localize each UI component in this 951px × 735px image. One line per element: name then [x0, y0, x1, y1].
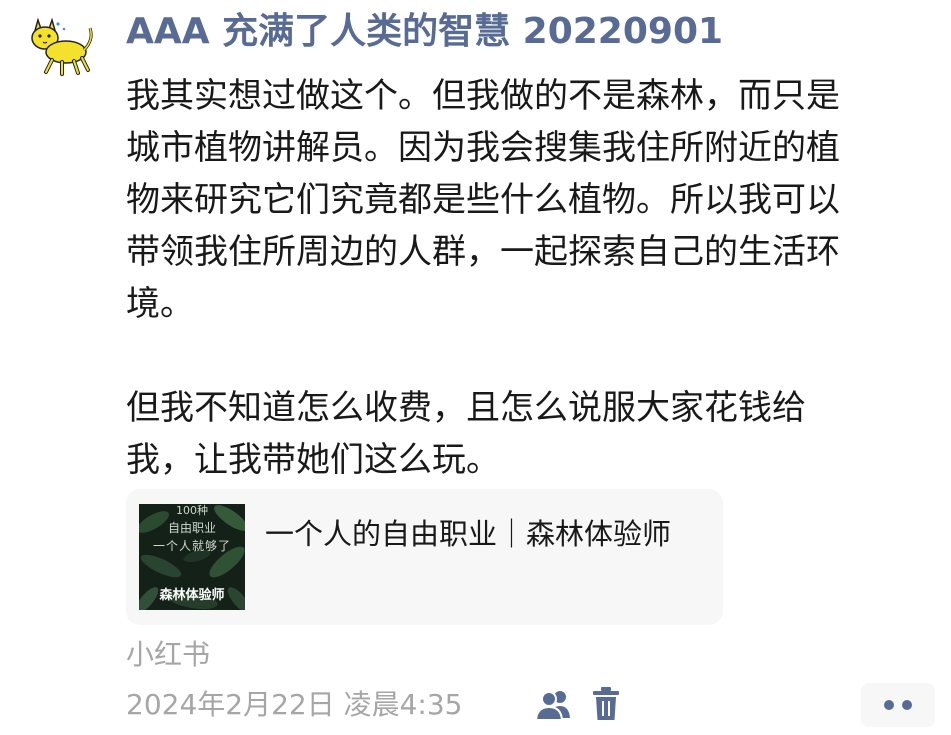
post-text-line: 带领我住所周边的人群，一起探索自己的生活环 [126, 232, 840, 272]
source-label[interactable]: 小红书 [126, 636, 210, 674]
thumbnail-text-line: 一个人就够了 [152, 539, 231, 553]
username[interactable]: AAA 充满了人类的智慧 20220901 [126, 10, 723, 54]
post-timestamp: 2024年2月22日 凌晨4:35 [126, 688, 463, 721]
thumbnail-caption: 森林体验师 [159, 588, 225, 603]
link-thumbnail: 100种 自由职业 一个人就够了 森林体验师 [139, 504, 245, 610]
thumbnail-text-line: 100种 [176, 504, 208, 517]
post-text-line: 我其实想过做这个。但我做的不是森林，而只是 [126, 76, 840, 116]
more-dots-button[interactable] [861, 683, 935, 727]
yellow-cat-avatar-icon [31, 17, 93, 76]
more-dots-icon [902, 700, 912, 710]
post-text-line: 但我不知道怎么收费，且怎么说服大家花钱给 [126, 388, 806, 428]
post-text-line: 城市植物讲解员。因为我会搜集我住所附近的植 [126, 128, 840, 168]
shared-link-card[interactable]: 100种 自由职业 一个人就够了 森林体验师 一个人的自由职业｜森林体验师 [126, 489, 723, 625]
more-dots-icon [884, 700, 894, 710]
avatar[interactable] [28, 14, 96, 76]
post-text-line: 我，让我带她们这么玩。 [126, 440, 500, 480]
post-text: 我其实想过做这个。但我做的不是森林，而只是 城市植物讲解员。因为我会搜集我住所附… [126, 70, 936, 486]
post-text-line: 境。 [126, 284, 194, 324]
link-card-title: 一个人的自由职业｜森林体验师 [265, 517, 672, 551]
post-text-line: 物来研究它们究竟都是些什么植物。所以我可以 [126, 180, 840, 220]
thumbnail-text-line: 自由职业 [167, 521, 216, 535]
trash-icon[interactable] [592, 686, 620, 722]
visibility-people-icon[interactable] [534, 688, 572, 722]
